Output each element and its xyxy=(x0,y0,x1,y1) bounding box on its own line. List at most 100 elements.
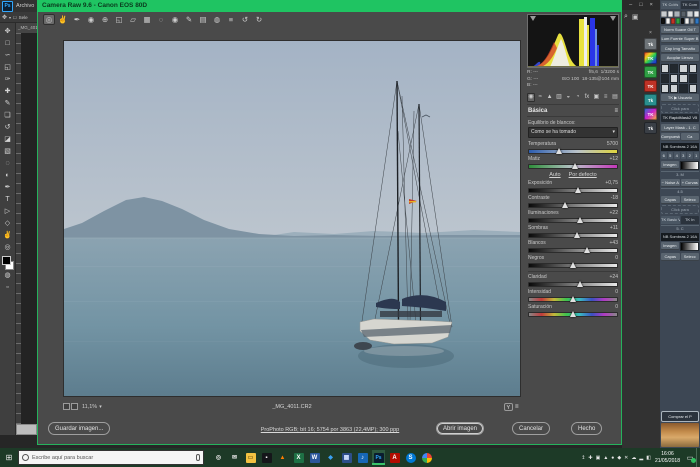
tk-tab[interactable]: TK In xyxy=(681,216,700,224)
tk-button[interactable]: Capas xyxy=(661,196,680,204)
dialog-title[interactable]: Camera Raw 9.6 - Canon EOS 80D xyxy=(37,0,622,12)
tk-mask-thumb[interactable] xyxy=(689,84,697,93)
slider-track-matiz[interactable] xyxy=(528,164,618,169)
quick-mask-icon[interactable]: ◍ xyxy=(2,270,14,282)
tk-color-chip[interactable] xyxy=(674,11,680,17)
tk-color-chip[interactable] xyxy=(681,18,685,24)
menu-file[interactable]: Archivo xyxy=(16,3,34,9)
screen-mode-icon[interactable]: ▫ xyxy=(2,282,14,294)
tk-color-chip[interactable] xyxy=(676,18,680,24)
slider-value[interactable]: 5700 xyxy=(607,141,618,147)
tk-button[interactable]: Norm Suave Gtl T xyxy=(661,26,699,34)
move-tool-icon[interactable]: ✥ xyxy=(2,26,14,38)
start-button[interactable]: ⊞ xyxy=(0,453,18,462)
slider-value[interactable]: -18 xyxy=(611,195,618,201)
type-tool-icon[interactable]: T xyxy=(2,194,14,206)
crop-tool-icon[interactable]: ◱ xyxy=(113,14,125,25)
zoom-tool-icon[interactable]: ◎ xyxy=(43,14,55,25)
defender-icon[interactable]: ◆ xyxy=(324,450,337,465)
tk-imagen-button[interactable]: Imagen xyxy=(661,161,679,169)
tk-color-chip[interactable] xyxy=(690,18,694,24)
slider-thumb[interactable] xyxy=(570,296,576,302)
tk-rainbow-badge-icon[interactable]: TK xyxy=(644,52,657,64)
save-image-button[interactable]: Guardar imagen... xyxy=(48,422,110,435)
slider-thumb[interactable] xyxy=(562,202,568,208)
app-navy-icon[interactable]: ▦ xyxy=(340,450,353,465)
white-balance-tool-icon[interactable]: ✒ xyxy=(71,14,83,25)
slider-value[interactable]: +0,75 xyxy=(605,180,618,186)
tab-split-toning-icon[interactable]: ◒ xyxy=(564,93,572,102)
minimize-button[interactable]: ‒ xyxy=(629,2,632,8)
file-explorer-icon[interactable]: ▭ xyxy=(244,450,257,465)
brush-tool-icon[interactable]: ✎ xyxy=(2,98,14,110)
tk-color-chip[interactable] xyxy=(661,18,665,24)
adjustment-brush-tool-icon[interactable]: ✎ xyxy=(183,14,195,25)
tab-snapshots-icon[interactable]: ▤ xyxy=(611,93,619,102)
straighten-tool-icon[interactable]: ▱ xyxy=(127,14,139,25)
tray-volume-icon[interactable]: ◧ xyxy=(646,455,651,461)
slider-value[interactable]: +12 xyxy=(610,156,618,162)
slider-thumb[interactable] xyxy=(577,281,583,287)
tk-buy-button[interactable]: Comprar el P xyxy=(661,411,699,422)
tk-mask-thumb[interactable] xyxy=(670,84,678,93)
tk-button[interactable]: Selecc xyxy=(681,196,700,204)
slider-thumb[interactable] xyxy=(570,311,576,317)
tk-mask-thumb[interactable] xyxy=(689,64,697,73)
zoom-tool-icon[interactable]: ◎ xyxy=(2,242,14,254)
tray-network-icon[interactable]: ▂ xyxy=(639,455,643,461)
default-link[interactable]: Por defecto xyxy=(569,172,597,178)
tray-vlc-icon[interactable]: ▲ xyxy=(603,455,608,461)
tk-green-badge-icon[interactable]: TK xyxy=(644,66,657,78)
microphone-icon[interactable] xyxy=(196,454,200,461)
tk-mask-thumb[interactable] xyxy=(661,84,669,93)
hand-tool-icon[interactable]: ✌ xyxy=(2,230,14,242)
tk-button[interactable]: TK ▶ Usuario xyxy=(661,94,699,102)
tk-color-chip[interactable] xyxy=(694,11,700,17)
history-brush-tool-icon[interactable]: ↺ xyxy=(2,122,14,134)
chevron-down-icon[interactable]: ▾ xyxy=(9,15,11,20)
tk-number-button[interactable]: 6 xyxy=(661,152,667,159)
blur-tool-icon[interactable]: ◌ xyxy=(2,158,14,170)
tk-button[interactable]: Capas xyxy=(661,253,680,261)
slider-value[interactable]: +24 xyxy=(610,274,618,280)
tk-number-button[interactable]: 4 xyxy=(674,152,680,159)
tray-adobe-icon[interactable]: ◆ xyxy=(617,455,621,461)
search-icon[interactable]: ⌕ xyxy=(624,13,628,21)
slider-thumb[interactable] xyxy=(584,247,590,253)
word-icon[interactable]: W xyxy=(308,450,321,465)
slider-track-iluminaciones[interactable] xyxy=(528,218,618,223)
close-button[interactable]: × xyxy=(650,2,653,8)
acrobat-icon[interactable]: A xyxy=(388,450,401,465)
spot-removal-tool-icon[interactable]: ◌ xyxy=(155,14,167,25)
tk-mask-thumb[interactable] xyxy=(661,74,669,83)
slider-value[interactable]: +22 xyxy=(610,210,618,216)
slider-track-claridad[interactable] xyxy=(528,282,618,287)
slider-thumb[interactable] xyxy=(570,262,576,268)
shape-tool-icon[interactable]: ◇ xyxy=(2,218,14,230)
hand-tool-icon[interactable]: ✌ xyxy=(57,14,69,25)
slider-thumb[interactable] xyxy=(556,148,562,154)
red-eye-tool-icon[interactable]: ◉ xyxy=(169,14,181,25)
slider-track-sombras[interactable] xyxy=(528,233,618,238)
store-icon[interactable]: ▪ xyxy=(260,450,273,465)
tk-tab[interactable]: TK Com xyxy=(681,1,700,9)
tk-button[interactable]: Cap Img Tamaño xyxy=(661,45,699,53)
tab-presets-icon[interactable]: ≡ xyxy=(602,93,610,102)
pen-tool-icon[interactable]: ✒ xyxy=(2,182,14,194)
tk-imagen-button[interactable]: Imagen xyxy=(661,242,679,250)
tk-mask-thumb[interactable] xyxy=(670,64,678,73)
workflow-options-link[interactable]: ProPhoto RGB; bit 16; 5754 por 3863 (22,… xyxy=(180,427,480,433)
tk-mask-thumb[interactable] xyxy=(679,74,687,83)
tk-button[interactable]: Lum Fuente Super B xyxy=(661,35,699,43)
crop-tool-icon[interactable]: ◱ xyxy=(2,62,14,74)
marquee-tool-icon[interactable]: □ xyxy=(2,38,14,50)
chrome-icon[interactable] xyxy=(420,450,433,465)
tray-app-icon[interactable]: ▣ xyxy=(596,455,601,461)
white-balance-select[interactable]: Como se ha tomado ▾ xyxy=(528,127,618,138)
tk-color-chip[interactable] xyxy=(666,18,670,24)
slider-track-blancos[interactable] xyxy=(528,248,618,253)
rotate-right-tool-icon[interactable]: ↻ xyxy=(253,14,265,25)
tk-mask-thumb[interactable] xyxy=(679,64,687,73)
tab-hsl-icon[interactable]: ▥ xyxy=(555,93,563,102)
path-select-tool-icon[interactable]: ▷ xyxy=(2,206,14,218)
